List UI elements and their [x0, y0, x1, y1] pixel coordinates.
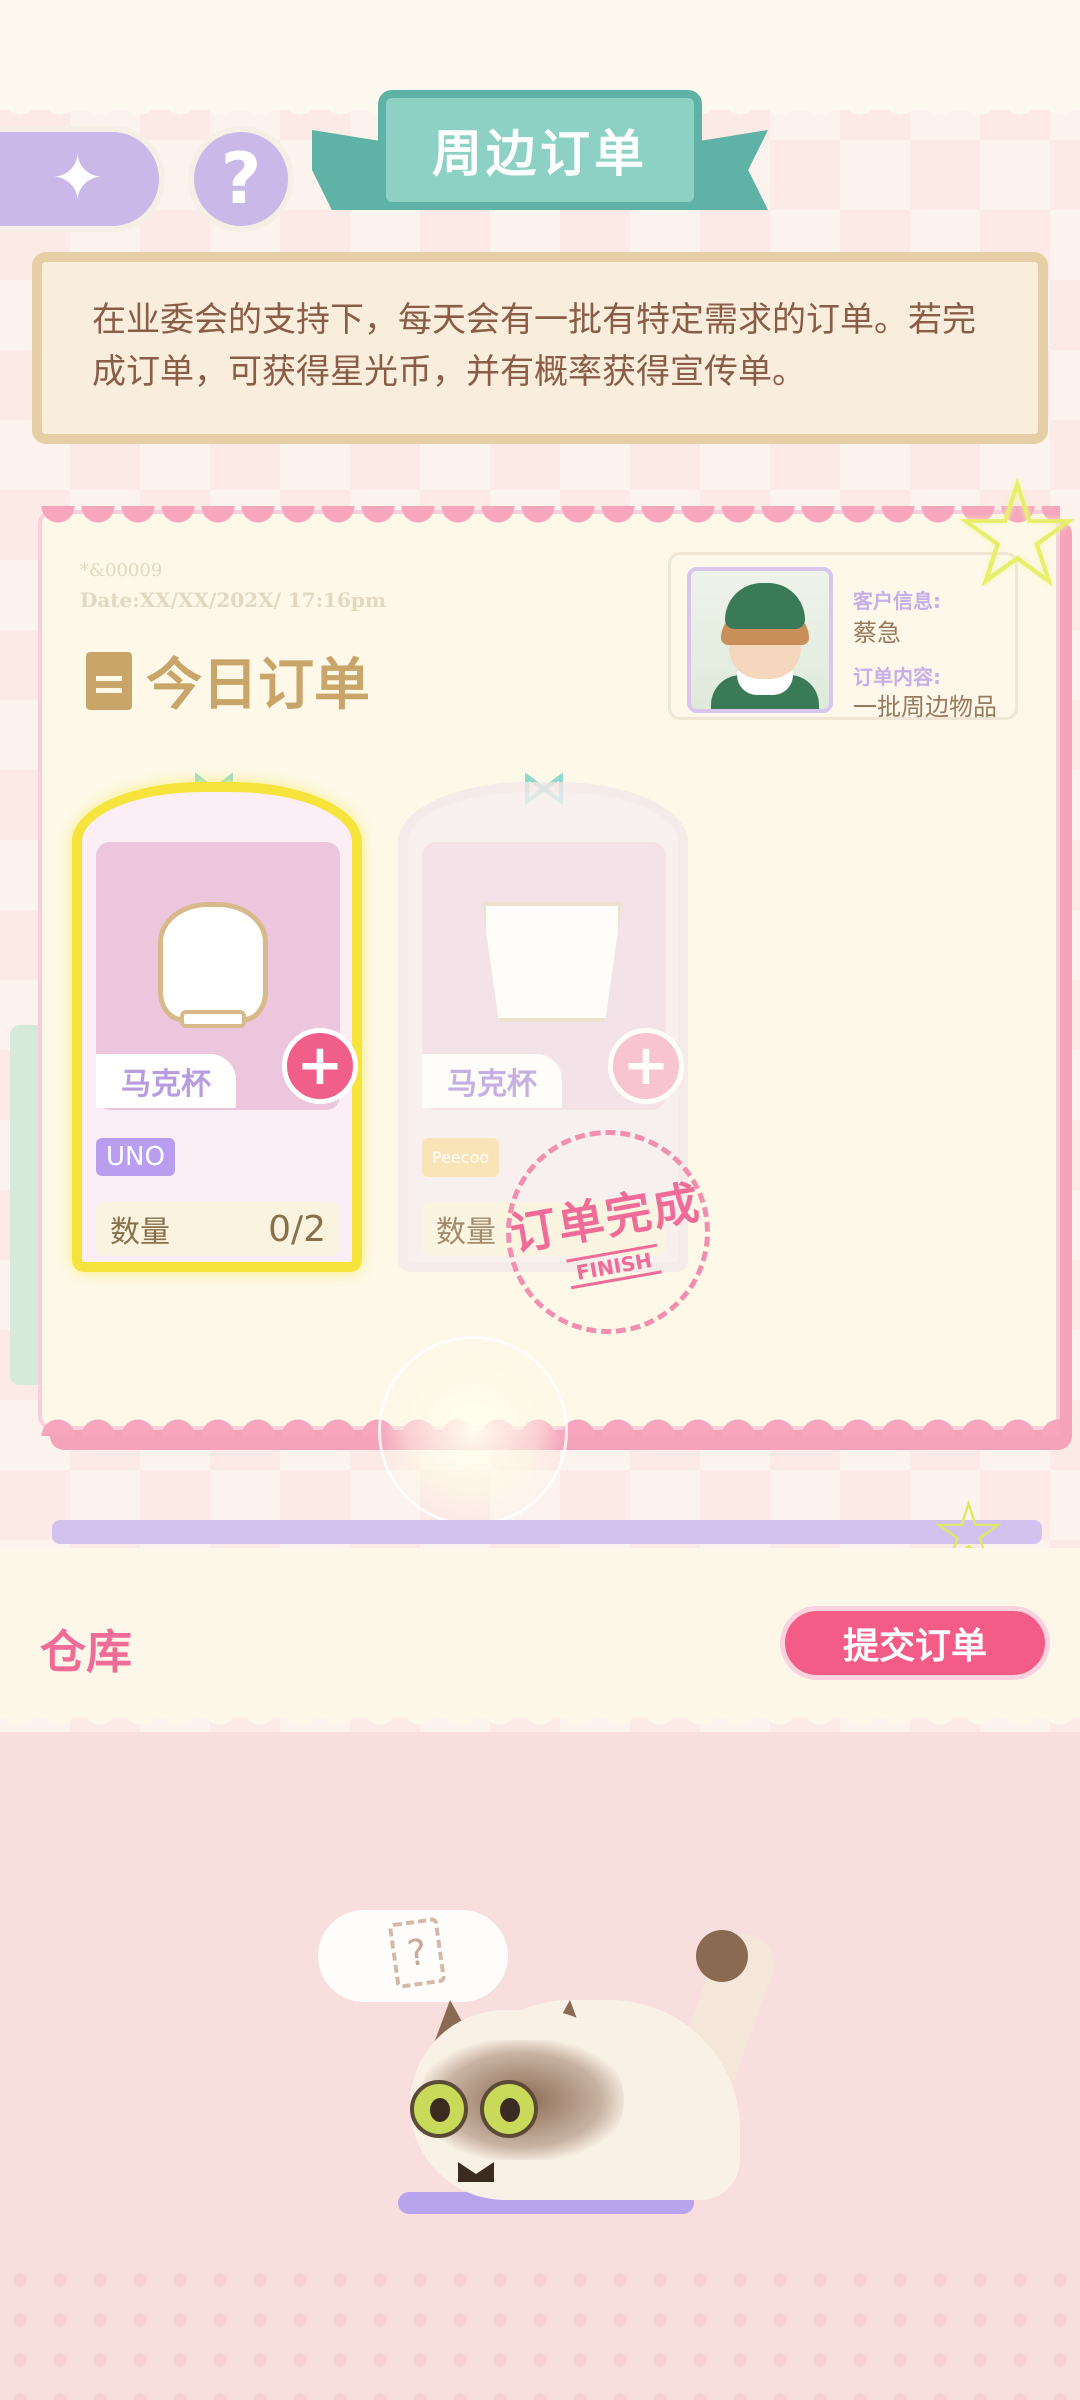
- client-avatar: [687, 567, 833, 713]
- order-content-label: 订单内容:: [853, 665, 941, 689]
- cat-eye-right: [480, 2080, 538, 2138]
- item-name: 马克杯: [422, 1054, 562, 1108]
- warehouse-card-edge: [52, 1520, 1042, 1544]
- cat-tail-tip: [696, 1930, 748, 1982]
- item-name: 马克杯: [96, 1054, 236, 1108]
- warehouse-scallop: [0, 1708, 1080, 1732]
- quantity-label: 数量: [436, 1215, 496, 1250]
- mystery-card-icon: ?: [387, 1916, 447, 1990]
- glow-orb: [378, 1336, 568, 1526]
- order-card-scallop-top: [38, 506, 1060, 532]
- info-box: 在业委会的支持下，每天会有一批有特定需求的订单。若完成订单，可获得星光币，并有概…: [32, 252, 1048, 444]
- back-arrow-icon: ✦: [50, 142, 105, 216]
- page-title: 周边订单: [378, 90, 702, 210]
- client-info-label: 客户信息:: [853, 589, 941, 613]
- plus-icon: +: [296, 1033, 344, 1098]
- warehouse-pattern: [0, 2260, 1080, 2400]
- info-text: 在业委会的支持下，每天会有一批有特定需求的订单。若完成订单，可获得星光币，并有概…: [92, 300, 976, 392]
- add-item-button[interactable]: +: [608, 1028, 684, 1104]
- paper-cup-icon: [482, 902, 622, 1022]
- order-item-slot[interactable]: 马克杯 + UNO 数量 0/2: [72, 782, 362, 1272]
- client-name: 蔡急: [853, 619, 901, 647]
- brand-badge: UNO: [96, 1138, 175, 1176]
- add-item-button[interactable]: +: [282, 1028, 358, 1104]
- mug-icon: [158, 902, 268, 1022]
- stamp-main-text: 订单完成: [506, 1174, 705, 1262]
- warehouse-title: 仓库: [40, 1625, 132, 1679]
- today-order-title: 今日订单: [86, 640, 370, 721]
- help-button[interactable]: ?: [188, 126, 294, 232]
- quantity-value: 0/2: [268, 1208, 326, 1250]
- question-icon: ?: [220, 138, 262, 220]
- plus-icon: +: [622, 1033, 670, 1098]
- order-content-value: 一批周边物品: [853, 693, 997, 721]
- order-date: Date:XX/XX/202X/ 17:16pm: [80, 588, 387, 612]
- brand-badge: Peecoo: [422, 1138, 500, 1177]
- star-icon: ☆: [950, 448, 1080, 622]
- mug-base: [180, 1010, 246, 1028]
- quantity-row: 数量 0/2: [96, 1202, 340, 1256]
- cat-eye-left: [410, 2080, 468, 2138]
- submit-order-button[interactable]: 提交订单: [780, 1606, 1050, 1680]
- quantity-label: 数量: [110, 1215, 170, 1250]
- today-order-label: 今日订单: [146, 653, 370, 718]
- order-code: *&00009: [80, 560, 163, 581]
- document-icon: [86, 651, 132, 710]
- back-button[interactable]: ✦: [0, 126, 165, 232]
